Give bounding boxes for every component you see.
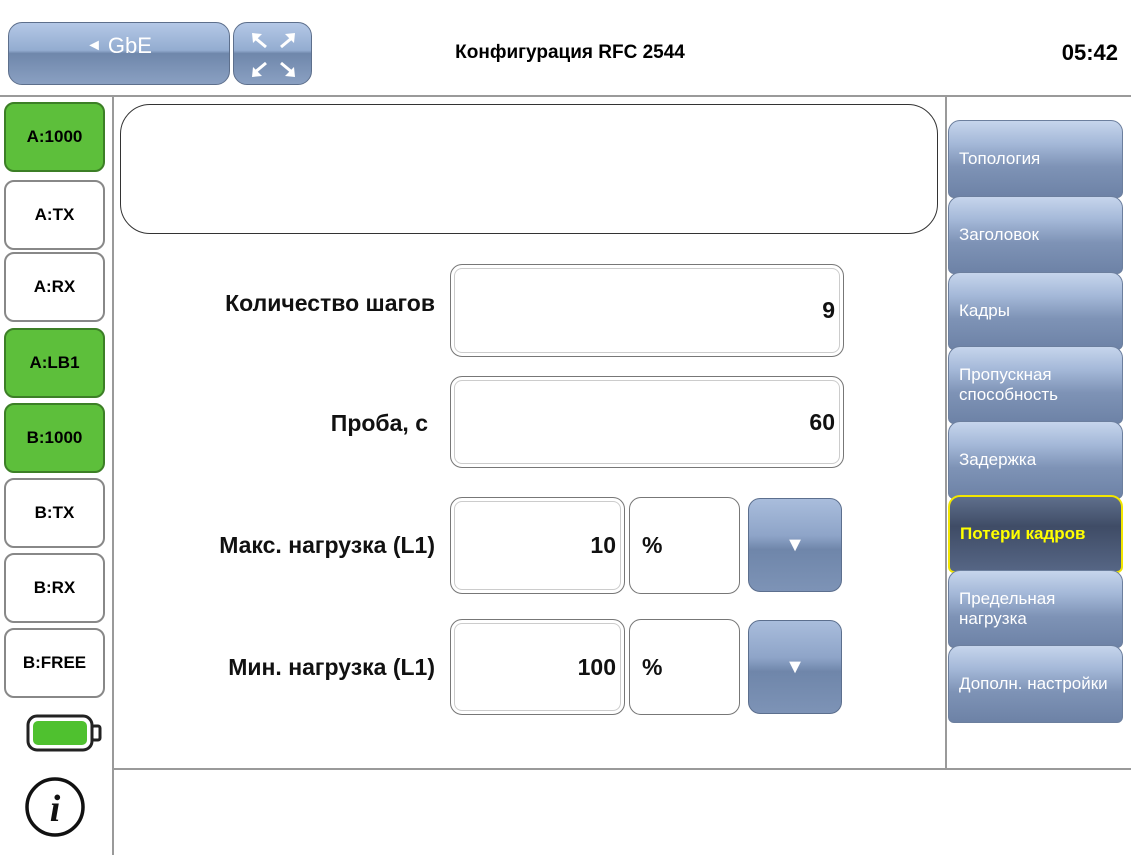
trial-duration-label: Проба, с xyxy=(330,410,428,436)
port-button-a-rx[interactable]: A:RX xyxy=(4,252,105,322)
chevron-down-icon: ▼ xyxy=(785,533,805,556)
port-button-b-free[interactable]: B:FREE xyxy=(4,628,105,698)
port-button-b-tx[interactable]: B:TX xyxy=(4,478,105,548)
tab-frame-loss[interactable]: Потери кадров xyxy=(948,495,1123,573)
port-button-a-lb1[interactable]: A:LB1 xyxy=(4,328,105,398)
min-load-field[interactable]: 100 xyxy=(450,619,625,715)
page-title: Конфигурация RFC 2544 xyxy=(455,42,685,63)
steps-label: Количество шагов xyxy=(225,290,435,316)
trial-duration-field[interactable]: 60 xyxy=(450,376,844,468)
tab-advanced-settings[interactable]: Дополн. настройки xyxy=(948,645,1123,723)
steps-field[interactable]: 9 xyxy=(450,264,844,357)
tab-frames[interactable]: Кадры xyxy=(948,272,1123,350)
port-button-b-rx[interactable]: B:RX xyxy=(4,553,105,623)
tab-header[interactable]: Заголовок xyxy=(948,196,1123,274)
info-icon[interactable]: i xyxy=(24,776,86,838)
port-button-b1000[interactable]: B:1000 xyxy=(4,403,105,473)
port-button-a-tx[interactable]: A:TX xyxy=(4,180,105,250)
min-load-unit-dropdown[interactable]: ▼ xyxy=(748,620,842,714)
tab-throughput[interactable]: Пропускная способность xyxy=(948,346,1123,424)
max-load-label: Макс. нагрузка (L1) xyxy=(219,532,435,558)
expand-icon xyxy=(252,33,295,77)
tab-latency[interactable]: Задержка xyxy=(948,421,1123,499)
back-arrow-icon: ◄ xyxy=(86,37,102,54)
expand-button[interactable] xyxy=(233,22,312,85)
max-load-unit-dropdown[interactable]: ▼ xyxy=(748,498,842,592)
bottom-divider xyxy=(114,768,1131,770)
port-button-a1000[interactable]: A:1000 xyxy=(4,102,105,172)
chevron-down-icon: ▼ xyxy=(785,655,805,678)
tab-topology[interactable]: Топология xyxy=(948,120,1123,198)
back-button-label: GbE xyxy=(107,33,152,58)
svg-text:i: i xyxy=(50,788,61,830)
min-load-unit: % xyxy=(629,619,740,715)
max-load-unit: % xyxy=(629,497,740,594)
max-load-field[interactable]: 10 xyxy=(450,497,625,594)
message-box xyxy=(120,104,938,234)
clock: 05:42 xyxy=(1061,40,1118,65)
back-button[interactable]: ◄ GbE xyxy=(8,22,230,85)
tab-back-to-back[interactable]: Предельная нагрузка xyxy=(948,570,1123,648)
min-load-label: Мин. нагрузка (L1) xyxy=(228,654,435,680)
battery-icon xyxy=(26,712,106,754)
